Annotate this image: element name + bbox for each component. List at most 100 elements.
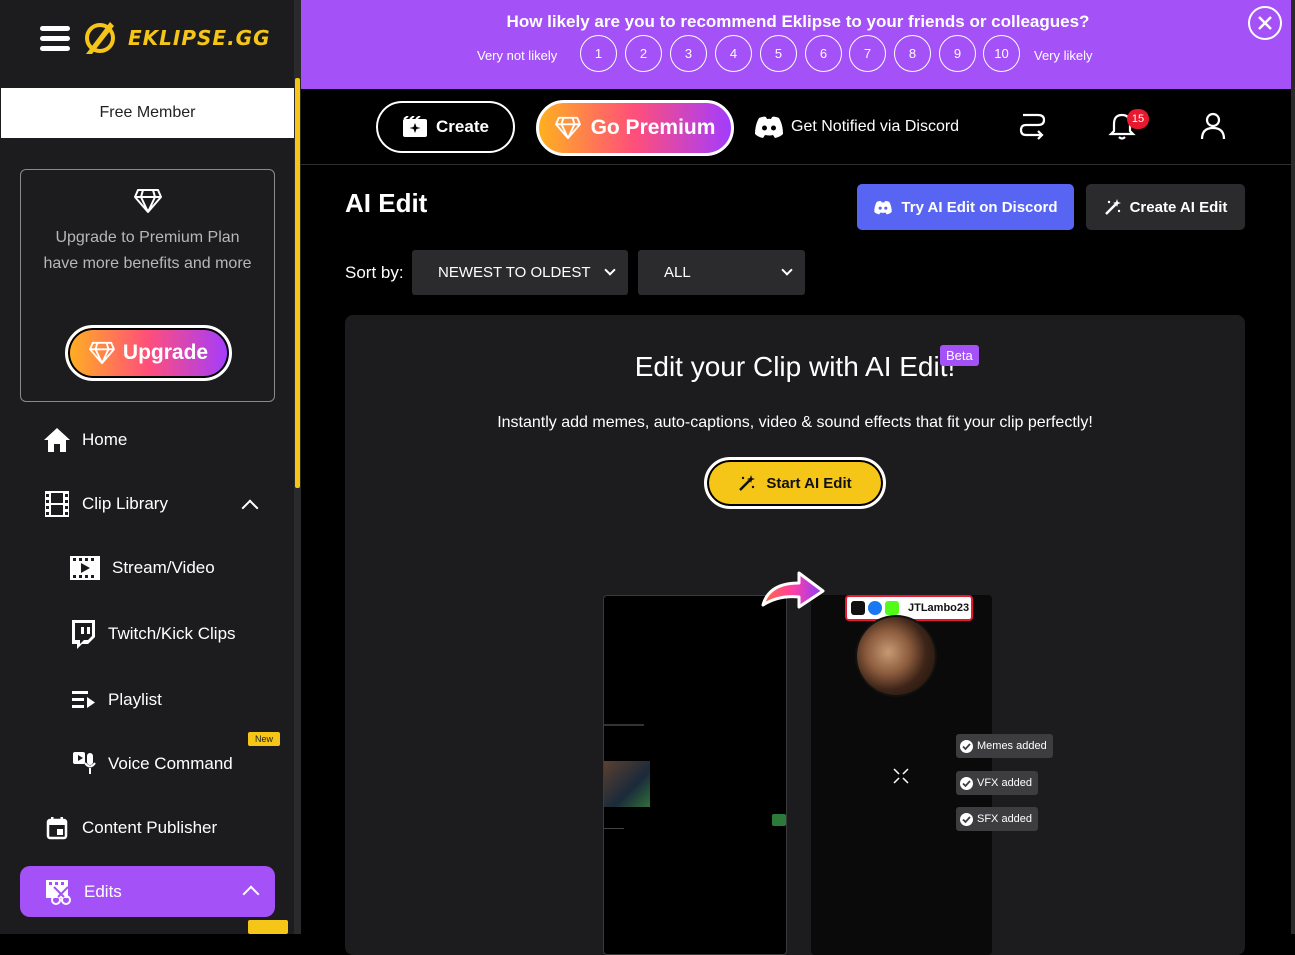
chevron-up-icon[interactable]	[242, 885, 260, 903]
eklipse-logo[interactable]: EKLIPSE.GG	[80, 18, 271, 58]
original-clip-preview	[603, 595, 787, 955]
upgrade-card: Upgrade to Premium Plan have more benefi…	[20, 169, 275, 402]
kick-icon	[885, 601, 899, 615]
discord-icon	[755, 116, 783, 138]
sidebar-item-stream-video[interactable]: Stream/Video	[68, 553, 215, 583]
start-ai-edit-label: Start AI Edit	[766, 474, 852, 492]
rating-8[interactable]: 8	[894, 35, 931, 72]
rating-7[interactable]: 7	[849, 35, 886, 72]
sidebar-item-twitch-kick-clips[interactable]: Twitch/Kick Clips	[68, 619, 236, 649]
eklipse-logo-icon	[85, 22, 115, 54]
rating-3[interactable]: 3	[670, 35, 707, 72]
beta-badge: Beta	[940, 345, 979, 366]
film-icon	[42, 489, 72, 519]
discord-notify-link[interactable]: Get Notified via Discord	[753, 115, 959, 139]
sidebar-item-playlist[interactable]: Playlist	[68, 685, 162, 715]
streamer-name: JTLambo23	[908, 602, 970, 614]
menu-icon[interactable]	[40, 26, 70, 52]
feature-pill-memes: Memes added	[956, 734, 1053, 758]
feature-label: SFX added	[977, 813, 1033, 825]
rating-2[interactable]: 2	[625, 35, 662, 72]
rating-6[interactable]: 6	[805, 35, 842, 72]
sidebar-item-label: Clip Library	[82, 494, 168, 513]
upgrade-text: Upgrade to Premium Plan have more benefi…	[43, 229, 252, 272]
sidebar-item-label: Content Publisher	[82, 818, 218, 837]
rating-4[interactable]: 4	[715, 35, 752, 72]
route-icon[interactable]	[1015, 109, 1049, 143]
feature-label: Memes added	[977, 740, 1047, 752]
sidebar-item-clip-library[interactable]: Clip Library	[42, 489, 168, 519]
rating-9[interactable]: 9	[939, 35, 976, 72]
sidebar-item-label: Stream/Video	[112, 558, 215, 577]
diamond-icon	[21, 188, 274, 219]
twitch-icon	[68, 619, 98, 649]
rating-1[interactable]: 1	[580, 35, 617, 72]
filter-select[interactable]: ALL	[638, 250, 805, 295]
notification-bell[interactable]: 15	[1105, 109, 1149, 143]
discord-icon	[874, 200, 893, 214]
upgrade-button-label: Upgrade	[122, 341, 209, 364]
feature-pill-vfx: VFX added	[956, 771, 1039, 795]
create-ai-edit-button[interactable]: Create AI Edit	[1086, 184, 1245, 230]
go-premium-label: Go Premium	[590, 116, 716, 139]
chevron-down-icon	[781, 264, 793, 276]
game-character	[772, 814, 786, 826]
start-ai-edit-button[interactable]: Start AI Edit	[704, 457, 886, 509]
new-badge: New	[248, 732, 281, 746]
go-premium-button[interactable]: Go Premium	[536, 100, 734, 156]
ai-edit-promo-card: Edit your Clip with AI Edit! Beta Instan…	[345, 315, 1245, 955]
membership-label: Free Member	[1, 88, 294, 138]
ui-line	[604, 828, 624, 829]
sidebar-item-content-publisher[interactable]: Content Publisher	[42, 813, 217, 843]
rating-5[interactable]: 5	[760, 35, 797, 72]
sidebar-item-voice-command[interactable]: Voice Command	[68, 749, 233, 779]
video-icon	[68, 553, 102, 583]
sidebar-item-home[interactable]: Home	[42, 425, 127, 455]
sidebar-item-label: Playlist	[108, 690, 162, 709]
create-ai-edit-label: Create AI Edit	[1129, 198, 1228, 216]
logo-text: EKLIPSE.GG	[128, 26, 271, 50]
close-icon	[1258, 16, 1272, 30]
expand-icon	[892, 767, 910, 790]
survey-high-label: Very likely	[1034, 48, 1093, 63]
sidebar-scrollbar-thumb[interactable]	[295, 78, 300, 488]
create-button-label: Create	[436, 117, 489, 136]
magic-wand-icon	[739, 475, 756, 491]
promo-title: Edit your Clip with AI Edit!	[634, 351, 956, 382]
survey-banner: How likely are you to recommend Eklipse …	[301, 0, 1295, 89]
sidebar-item-edits[interactable]: Edits	[20, 866, 275, 917]
top-bar: Create Go Premium Get Notified via Disco…	[301, 89, 1295, 165]
facebook-icon	[868, 601, 882, 615]
create-video-icon	[403, 116, 428, 137]
check-icon	[960, 812, 973, 826]
calendar-icon	[42, 813, 72, 843]
gameplay-thumbnail	[604, 761, 650, 807]
check-icon	[960, 776, 973, 790]
upgrade-button[interactable]: Upgrade	[65, 325, 232, 381]
sort-select[interactable]: NEWEST TO OLDEST	[412, 250, 628, 295]
playlist-icon	[68, 685, 98, 715]
discord-notify-label: Get Notified via Discord	[791, 118, 960, 135]
create-button[interactable]: Create	[376, 101, 515, 153]
main-scrollbar[interactable]	[1291, 0, 1295, 934]
sidebar-header: EKLIPSE.GG	[0, 0, 294, 88]
chevron-up-icon[interactable]	[241, 499, 259, 517]
rating-10[interactable]: 10	[983, 35, 1020, 72]
sort-label: Sort by:	[345, 263, 404, 282]
edits-icon	[44, 878, 72, 906]
try-ai-edit-discord-button[interactable]: Try AI Edit on Discord	[857, 184, 1074, 230]
page-title: AI Edit	[345, 188, 428, 218]
filter-select-value: ALL	[664, 264, 691, 281]
user-icon[interactable]	[1196, 109, 1230, 143]
arrow-icon	[759, 569, 827, 616]
diamond-icon	[554, 116, 581, 140]
home-icon	[42, 425, 72, 455]
close-survey-button[interactable]	[1248, 6, 1282, 40]
notification-count-badge: 15	[1127, 109, 1149, 129]
ui-line	[604, 724, 644, 726]
new-badge-partial	[248, 920, 288, 934]
chevron-down-icon	[604, 264, 616, 276]
sidebar-item-label: Edits	[84, 881, 122, 901]
sidebar-item-label: Home	[82, 430, 128, 449]
check-icon	[960, 739, 973, 753]
